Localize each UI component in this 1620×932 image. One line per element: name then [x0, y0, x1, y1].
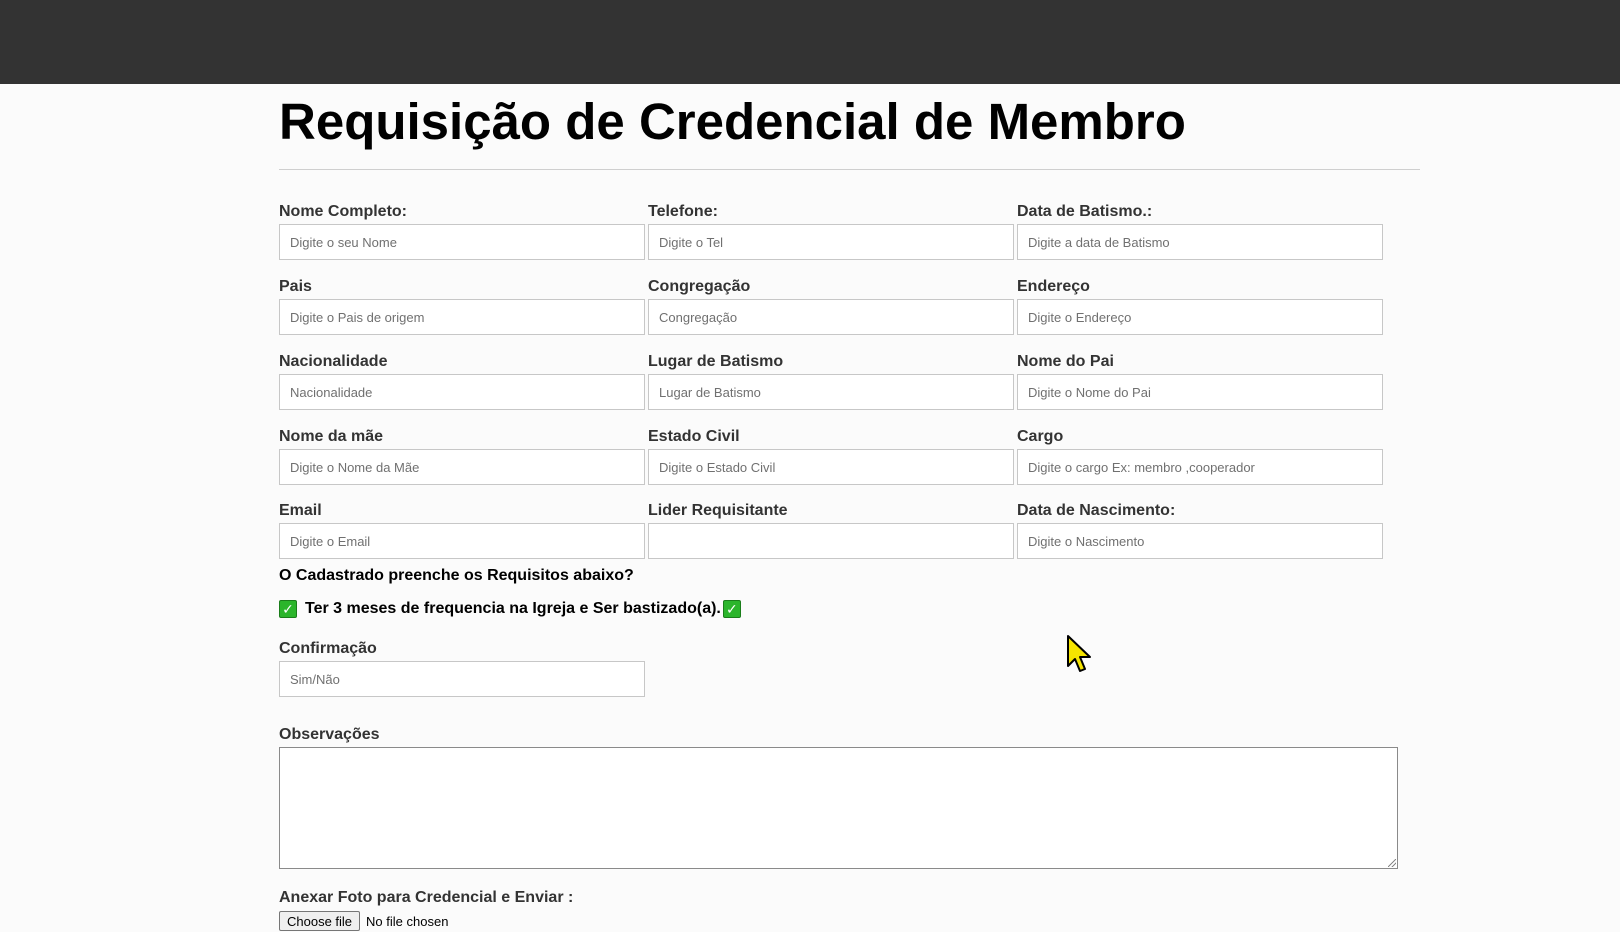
email-label: Email: [279, 502, 322, 519]
file-status: No file chosen: [366, 913, 449, 929]
resize-grip-icon[interactable]: [1388, 859, 1396, 867]
nome-mae-label: Nome da mãe: [279, 428, 384, 445]
observacoes-label: Observações: [279, 726, 380, 743]
email-input[interactable]: [279, 523, 645, 559]
requirement-text: Ter 3 meses de frequencia na Igreja e Se…: [305, 600, 721, 617]
endereco-input[interactable]: [1017, 299, 1383, 335]
data-batismo-label: Data de Batismo.:: [1017, 203, 1153, 220]
nome-pai-label: Nome do Pai: [1017, 353, 1114, 370]
cargo-label: Cargo: [1017, 428, 1064, 445]
lugar-batismo-input[interactable]: [648, 374, 1014, 410]
data-nascimento-input[interactable]: [1017, 523, 1383, 559]
title-divider: [279, 169, 1420, 170]
choose-file-button[interactable]: Choose file: [279, 911, 361, 931]
checkmark-icon: ✓: [722, 600, 741, 618]
observacoes-textarea[interactable]: [279, 747, 1398, 869]
nome-mae-input[interactable]: [279, 449, 645, 485]
file-input[interactable]: Choose file No file chosen: [279, 911, 448, 931]
data-batismo-input[interactable]: [1017, 224, 1383, 260]
estado-civil-label: Estado Civil: [648, 428, 740, 445]
endereco-label: Endereço: [1017, 278, 1090, 295]
nacionalidade-input[interactable]: [279, 374, 645, 410]
top-header-bar: [0, 0, 1620, 84]
nome-completo-label: Nome Completo:: [279, 203, 407, 220]
pais-input[interactable]: [279, 299, 645, 335]
lider-requisitante-input[interactable]: [648, 523, 1014, 559]
checkmark-icon: ✓: [279, 600, 297, 618]
estado-civil-input[interactable]: [648, 449, 1014, 485]
congregacao-label: Congregação: [648, 278, 751, 295]
requirements-question: O Cadastrado preenche os Requisitos abai…: [279, 567, 634, 584]
nome-completo-input[interactable]: [279, 224, 645, 260]
pais-label: Pais: [279, 278, 312, 295]
telefone-input[interactable]: [648, 224, 1014, 260]
lider-requisitante-label: Lider Requisitante: [648, 502, 788, 519]
mouse-pointer-icon: [1067, 635, 1091, 672]
lugar-batismo-label: Lugar de Batismo: [648, 353, 784, 370]
data-nascimento-label: Data de Nascimento:: [1017, 502, 1176, 519]
page-title: Requisição de Credencial de Membro: [279, 93, 1186, 150]
anexar-foto-label: Anexar Foto para Credencial e Enviar :: [279, 889, 574, 906]
telefone-label: Telefone:: [648, 203, 718, 220]
nacionalidade-label: Nacionalidade: [279, 353, 388, 370]
requirement-row: ✓ Ter 3 meses de frequencia na Igreja e …: [279, 598, 741, 620]
congregacao-input[interactable]: [648, 299, 1014, 335]
confirmacao-label: Confirmação: [279, 640, 377, 657]
cargo-input[interactable]: [1017, 449, 1383, 485]
confirmacao-input[interactable]: [279, 661, 645, 697]
nome-pai-input[interactable]: [1017, 374, 1383, 410]
